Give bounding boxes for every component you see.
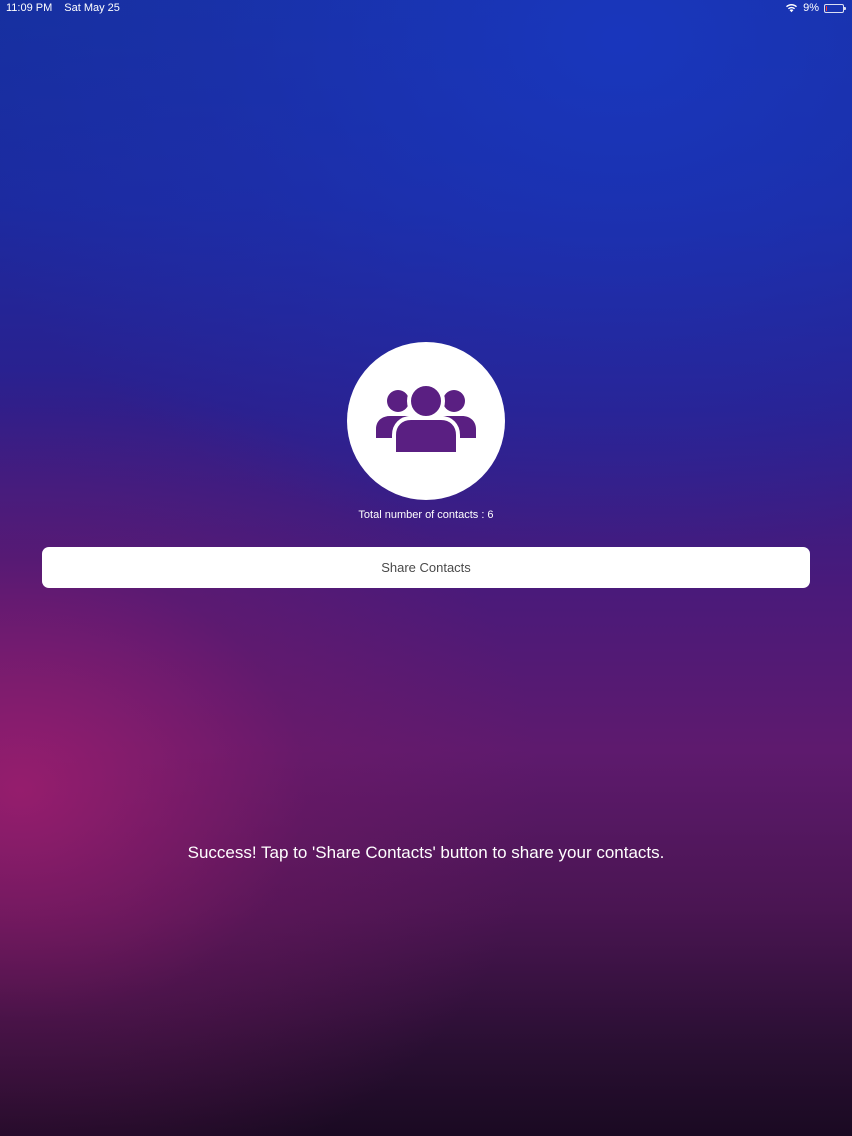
status-date: Sat May 25 [64, 2, 120, 14]
contacts-count-label: Total number of contacts : 6 [358, 509, 494, 521]
wifi-icon [785, 3, 798, 13]
status-bar: 11:09 PM Sat May 25 9% [0, 0, 852, 18]
success-message: Success! Tap to 'Share Contacts' button … [187, 843, 665, 862]
battery-percent: 9% [803, 2, 819, 14]
status-left: 11:09 PM Sat May 25 [6, 2, 120, 14]
contacts-avatar [347, 342, 505, 500]
status-time: 11:09 PM [6, 2, 53, 14]
status-right: 9% [785, 2, 846, 14]
battery-icon [824, 3, 846, 13]
app-screen: 11:09 PM Sat May 25 9% Total number of c… [0, 0, 852, 1136]
contacts-group-icon [374, 381, 478, 460]
battery-fill [826, 5, 828, 11]
share-contacts-button[interactable]: Share Contacts [42, 547, 810, 588]
